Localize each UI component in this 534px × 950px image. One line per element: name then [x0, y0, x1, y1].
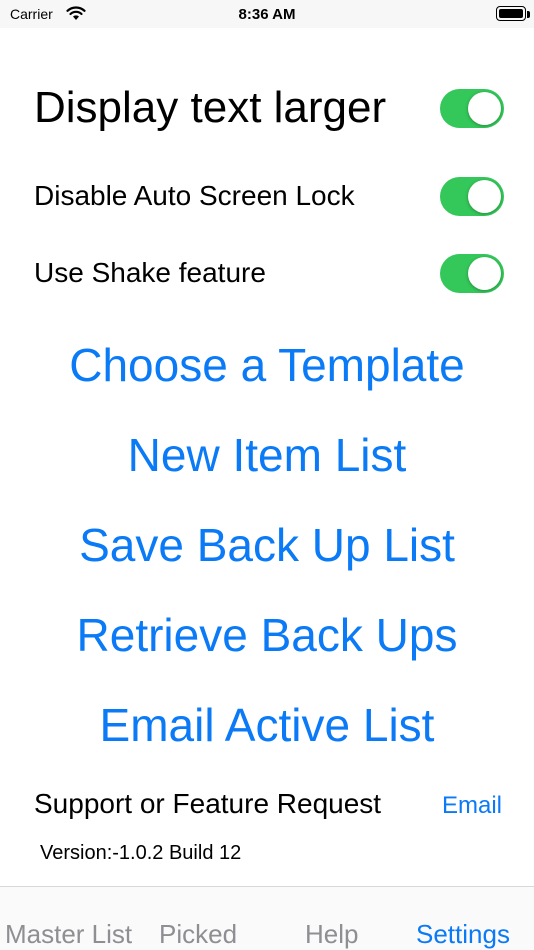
email-active-list-button[interactable]: Email Active List	[0, 698, 534, 752]
clock: 8:36 AM	[238, 6, 296, 23]
version-label: Version:-1.0.2 Build 12	[40, 842, 242, 864]
use-shake-toggle[interactable]	[440, 253, 504, 293]
toggle-knob	[468, 91, 501, 125]
setting-label: Display text larger	[34, 83, 387, 132]
retrieve-backups-button[interactable]: Retrieve Back Ups	[0, 608, 534, 662]
toggle-knob	[468, 179, 501, 213]
tab-master-list[interactable]: Master List	[5, 919, 132, 950]
save-backup-list-button[interactable]: Save Back Up List	[0, 518, 534, 572]
tab-bar: Master List Picked Help Settings	[0, 886, 534, 950]
battery-nub	[527, 11, 530, 18]
status-bar: Carrier 8:36 AM	[0, 0, 534, 28]
setting-label: Use Shake feature	[34, 257, 266, 288]
display-text-larger-toggle[interactable]	[440, 88, 504, 128]
setting-display-text-larger: Display text larger	[34, 83, 504, 132]
tab-settings[interactable]: Settings	[416, 919, 510, 950]
setting-label: Disable Auto Screen Lock	[34, 180, 355, 211]
battery-icon	[496, 6, 526, 21]
new-item-list-button[interactable]: New Item List	[0, 428, 534, 482]
setting-use-shake: Use Shake feature	[34, 253, 504, 293]
tab-picked[interactable]: Picked	[159, 919, 237, 950]
support-label: Support or Feature Request	[34, 788, 382, 819]
disable-auto-lock-toggle[interactable]	[440, 176, 504, 216]
toggle-knob	[468, 256, 501, 290]
support-row: Support or Feature Request Email	[34, 788, 502, 820]
choose-template-button[interactable]: Choose a Template	[0, 338, 534, 392]
setting-disable-auto-lock: Disable Auto Screen Lock	[34, 176, 504, 216]
tab-help[interactable]: Help	[305, 919, 358, 950]
support-email-link[interactable]: Email	[442, 792, 502, 820]
